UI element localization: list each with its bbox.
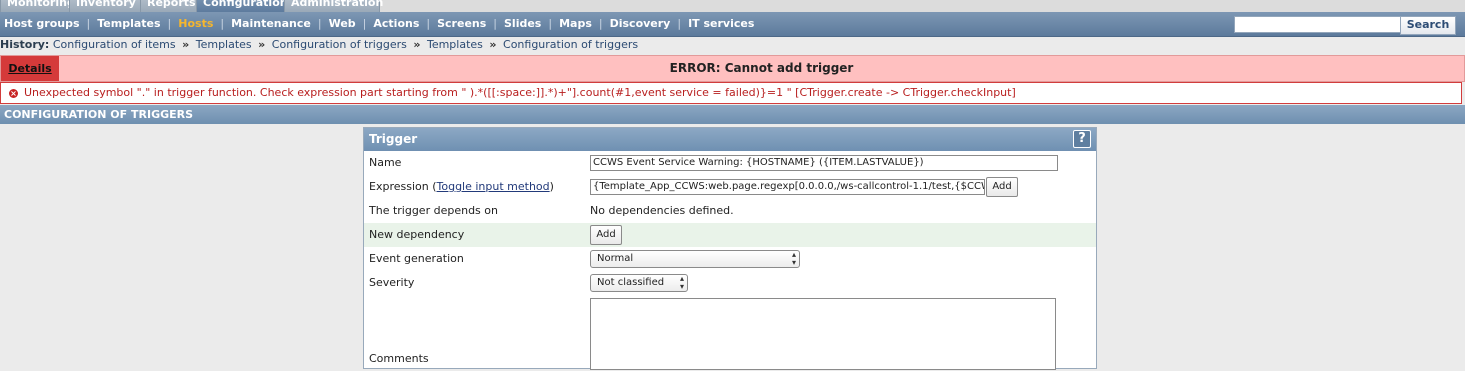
history-link[interactable]: Configuration of triggers bbox=[503, 38, 638, 51]
top-menu-strip: Monitoring Inventory Reports Configurati… bbox=[0, 0, 1465, 12]
history-link[interactable]: Templates bbox=[427, 38, 483, 51]
depends-value: No dependencies defined. bbox=[590, 204, 734, 217]
form-title-bar: Trigger ? bbox=[364, 128, 1096, 151]
nav-templates[interactable]: Templates bbox=[97, 12, 160, 36]
history-link[interactable]: Configuration of triggers bbox=[272, 38, 407, 51]
expression-label: Expression (Toggle input method) bbox=[369, 180, 554, 193]
search-button[interactable]: Search bbox=[1400, 16, 1456, 35]
select-arrows-icon: ▴ ▾ bbox=[679, 274, 684, 291]
tab-configuration[interactable]: Configuration bbox=[196, 0, 288, 12]
name-input[interactable]: CCWS Event Service Warning: {HOSTNAME} (… bbox=[590, 155, 1058, 171]
event-generation-select[interactable]: Normal ▴ ▾ bbox=[590, 250, 800, 268]
toggle-input-method-link[interactable]: Toggle input method bbox=[437, 180, 550, 193]
expression-add-button[interactable]: Add bbox=[986, 177, 1018, 197]
nav-it-services[interactable]: IT services bbox=[688, 12, 754, 36]
new-dependency-label: New dependency bbox=[369, 228, 465, 241]
nav-screens[interactable]: Screens bbox=[437, 12, 486, 36]
history-label: History: bbox=[0, 38, 50, 51]
expression-input[interactable]: {Template_App_CCWS:web.page.regexp[0.0.0… bbox=[590, 179, 985, 195]
severity-select[interactable]: Not classified ▴ ▾ bbox=[590, 274, 688, 292]
row-name: Name CCWS Event Service Warning: {HOSTNA… bbox=[364, 151, 1096, 175]
tab-monitoring[interactable]: Monitoring bbox=[0, 0, 75, 12]
new-dependency-add-button[interactable]: Add bbox=[590, 225, 622, 245]
comments-textarea[interactable] bbox=[590, 298, 1056, 370]
nav-host-groups[interactable]: Host groups bbox=[4, 12, 80, 36]
sub-menu-items: Host groups | Templates | Hosts | Maintenance |… bbox=[0, 12, 754, 36]
section-header: CONFIGURATION OF TRIGGERS bbox=[0, 105, 1465, 124]
error-icon: × bbox=[9, 89, 18, 98]
nav-hosts[interactable]: Hosts bbox=[178, 12, 213, 36]
tab-administration[interactable]: Administration bbox=[284, 0, 383, 12]
comments-label: Comments bbox=[369, 352, 429, 365]
trigger-form: Trigger ? Name CCWS Event Service Warnin… bbox=[363, 127, 1097, 371]
row-event-generation: Event generation Normal ▴ ▾ bbox=[364, 247, 1096, 271]
history-link[interactable]: Templates bbox=[196, 38, 252, 51]
tab-reports[interactable]: Reports bbox=[140, 0, 200, 12]
help-icon[interactable]: ? bbox=[1073, 130, 1091, 148]
nav-web[interactable]: Web bbox=[329, 12, 356, 36]
error-message: Unexpected symbol "." in trigger functio… bbox=[24, 86, 1016, 99]
nav-slides[interactable]: Slides bbox=[504, 12, 541, 36]
depends-label: The trigger depends on bbox=[369, 204, 498, 217]
history-link[interactable]: Configuration of items bbox=[53, 38, 176, 51]
row-expression: Expression (Toggle input method) {Templa… bbox=[364, 175, 1096, 199]
breadcrumb: History: Configuration of items » Templa… bbox=[0, 38, 639, 51]
section-title: CONFIGURATION OF TRIGGERS bbox=[4, 108, 194, 121]
nav-maps[interactable]: Maps bbox=[559, 12, 592, 36]
tab-inventory[interactable]: Inventory bbox=[69, 0, 141, 12]
row-depends: The trigger depends on No dependencies d… bbox=[364, 199, 1096, 223]
error-message-box: × Unexpected symbol "." in trigger functi… bbox=[0, 82, 1462, 104]
row-new-dependency: New dependency Add bbox=[364, 223, 1096, 247]
nav-actions[interactable]: Actions bbox=[373, 12, 419, 36]
select-arrows-icon: ▴ ▾ bbox=[791, 250, 796, 267]
error-title: ERROR: Cannot add trigger bbox=[669, 61, 854, 75]
form-title: Trigger bbox=[369, 132, 418, 146]
error-banner: Details ERROR: Cannot add trigger bbox=[0, 55, 1465, 82]
row-severity: Severity Not classified ▴ ▾ bbox=[364, 271, 1096, 295]
nav-maintenance[interactable]: Maintenance bbox=[231, 12, 311, 36]
row-comments: Comments bbox=[364, 295, 1096, 371]
nav-discovery[interactable]: Discovery bbox=[610, 12, 671, 36]
sub-menu-bar: Host groups | Templates | Hosts | Maintenance |… bbox=[0, 12, 1465, 37]
search-input[interactable] bbox=[1234, 16, 1402, 33]
details-button[interactable]: Details bbox=[1, 56, 59, 81]
name-label: Name bbox=[369, 156, 402, 169]
event-generation-label: Event generation bbox=[369, 252, 464, 265]
severity-label: Severity bbox=[369, 276, 415, 289]
